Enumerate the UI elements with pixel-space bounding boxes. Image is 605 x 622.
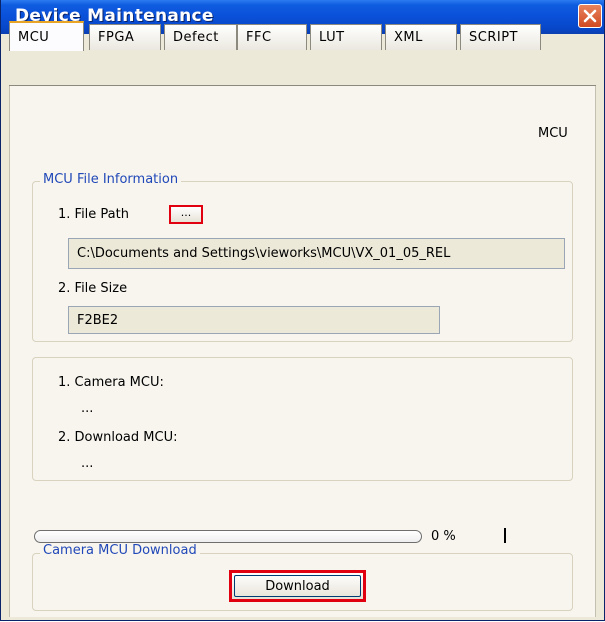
download-button[interactable]: Download [229, 570, 366, 602]
tab-mcu[interactable]: MCU [9, 21, 84, 51]
tab-label: XML [394, 30, 423, 45]
tab-defect[interactable]: Defect [164, 24, 237, 50]
close-icon [583, 9, 597, 23]
download-mcu-value: ... [81, 456, 94, 471]
file-path-field[interactable]: C:\Documents and Settings\vieworks\MCU\V… [68, 238, 565, 269]
file-path-label: 1. File Path [58, 207, 129, 222]
tab-xml[interactable]: XML [385, 24, 457, 50]
camera-mcu-value: ... [81, 401, 94, 416]
file-size-value: F2BE2 [77, 312, 119, 328]
tab-ffc[interactable]: FFC [237, 24, 307, 50]
file-size-label: 2. File Size [58, 281, 128, 296]
tab-lut[interactable]: LUT [310, 24, 382, 50]
tab-label: SCRIPT [469, 30, 518, 45]
tab-label: Defect [173, 30, 219, 45]
mcu-file-info-legend: MCU File Information [40, 172, 182, 187]
panel-heading: MCU [538, 126, 568, 141]
camera-mcu-label: 1. Camera MCU: [58, 375, 164, 390]
download-progress-bar [34, 530, 422, 543]
close-button[interactable] [578, 4, 602, 28]
download-mcu-label: 2. Download MCU: [58, 430, 178, 445]
progress-separator [504, 528, 506, 543]
tab-divider [9, 85, 596, 86]
device-maintenance-window: Device Maintenance MCU FPGA Defect FFC L… [0, 0, 605, 621]
progress-percent: 0 % [431, 529, 456, 544]
tab-label: LUT [319, 30, 345, 45]
tab-script[interactable]: SCRIPT [460, 24, 541, 50]
tab-fpga[interactable]: FPGA [89, 24, 161, 50]
tab-label: MCU [18, 29, 50, 45]
tab-label: FFC [246, 30, 272, 45]
browse-button[interactable]: ... [169, 205, 203, 224]
file-path-value: C:\Documents and Settings\vieworks\MCU\V… [77, 246, 451, 261]
camera-mcu-download-legend: Camera MCU Download [40, 543, 200, 558]
file-size-field[interactable]: F2BE2 [68, 306, 440, 334]
tab-label: FPGA [98, 30, 135, 45]
